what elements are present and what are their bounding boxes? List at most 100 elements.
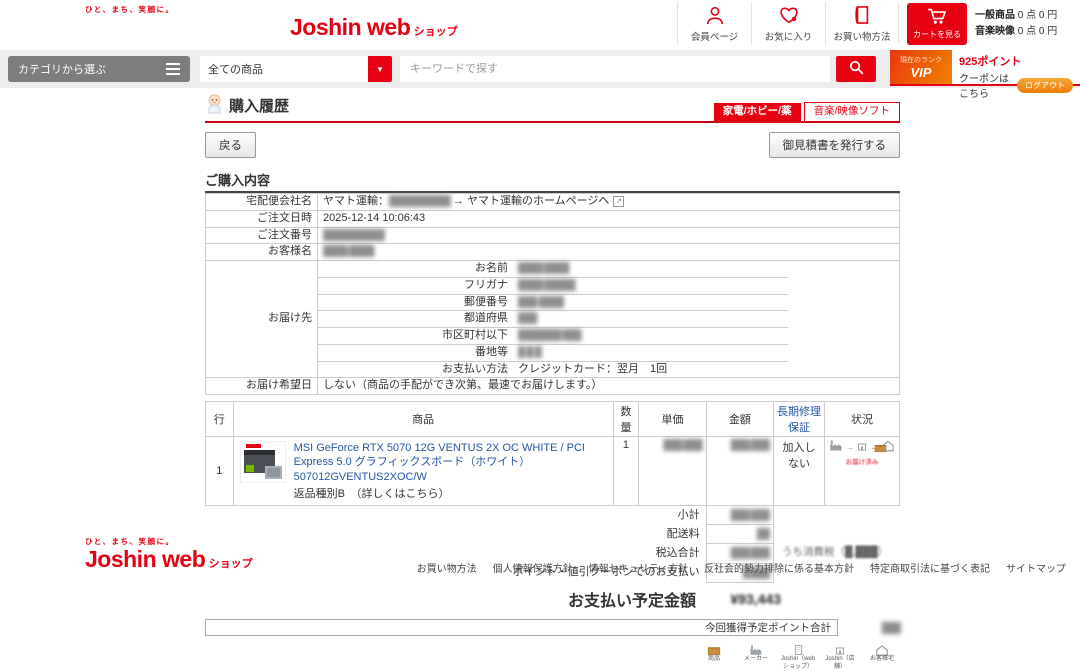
arrow-icon: → <box>846 443 854 452</box>
footer-link-privacy[interactable]: 個人情報保護方針 <box>493 560 573 575</box>
rank-value: VIP <box>911 65 932 80</box>
nav-label: お買い物方法 <box>826 29 898 43</box>
member-rank-panel: 現在のランク VIP 925ポイント クーポンはこちら ログアウト <box>890 50 1080 86</box>
search-bar: カテゴリから選ぶ 全ての商品 ▼ 現在のランク VIP 925ポイント クーポン… <box>0 50 1080 88</box>
nav-label: 会員ページ <box>678 29 751 43</box>
amount-value: ███,███ <box>706 437 773 506</box>
external-link-icon: ↗ <box>613 196 624 207</box>
category-menu-button[interactable]: カテゴリから選ぶ <box>8 56 190 82</box>
logo-text: Joshin web <box>290 14 410 40</box>
footer-link-sitemap[interactable]: サイトマップ <box>1006 560 1066 575</box>
quantity-value: 1 <box>613 437 639 506</box>
legend-item: Joshin（webショップ） <box>780 641 816 671</box>
table-row: お名前████ ████ <box>318 261 788 277</box>
category-select-value: 全ての商品 <box>200 61 368 77</box>
footer-links: お買い物方法 個人情報保護方針 情報セキュリティ方針 反社会的勢力排除に係る基本… <box>417 560 1066 575</box>
table-row: ご注文番号 ██████████ <box>206 227 900 244</box>
warranty-value: 加入しない <box>773 437 824 506</box>
carrier-homepage-link[interactable]: → ヤマト運輸のホームページへ <box>453 195 610 207</box>
return-type-note[interactable]: 返品種別B （詳しくはこちら） <box>294 485 607 501</box>
points-summary-label: 今回獲得予定ポイント合計 <box>205 619 838 636</box>
book-icon <box>853 14 871 28</box>
legend-item: 商品 <box>696 641 732 664</box>
col-unit-price: 単価 <box>639 402 706 437</box>
table-row: フリガナ████ █████ <box>318 277 788 294</box>
tab-music-video[interactable]: 音楽/映像ソフト <box>804 102 900 121</box>
subtotal-value: ███,███ <box>706 505 773 524</box>
col-warranty-link[interactable]: 長期修理保証 <box>773 402 824 437</box>
status-legend: 商品 メーカー Joshin（webショップ） Joshin（店舗） お客様宅 <box>205 641 900 671</box>
site-header: ひと、まち、笑顔に。 Joshin web ショップ 会員ページ お気に入り お… <box>0 0 1080 50</box>
status-text: お届け済み <box>829 456 895 466</box>
grand-total-value: ¥93,443 <box>706 591 781 607</box>
order-date-value: 2025-12-14 10:06:43 <box>318 210 900 227</box>
nav-favorites[interactable]: お気に入り <box>751 2 825 45</box>
col-qty: 数量 <box>613 402 639 437</box>
cart-icon <box>927 8 947 28</box>
footer-link-shopping[interactable]: お買い物方法 <box>417 560 477 575</box>
chevron-down-icon: ▼ <box>368 56 392 82</box>
cart-summary-media: 音楽映像 0 点 0 円 <box>975 24 1070 40</box>
logo-tagline: ひと、まち、笑顔に。 <box>85 6 458 14</box>
tab-appliance-hobby[interactable]: 家電/ホビー/薬 <box>714 103 801 121</box>
logo-suffix: ショップ <box>414 26 458 38</box>
nav-shopping-guide[interactable]: お買い物方法 <box>825 2 899 45</box>
delivery-date-label: お届け希望日 <box>206 378 318 395</box>
document-icon <box>780 641 816 656</box>
history-tabs: 家電/ホビー/薬 音楽/映像ソフト <box>714 102 900 121</box>
search-input[interactable] <box>400 56 830 82</box>
table-row: お届け先 お名前████ ████ フリガナ████ █████ 郵便番号███… <box>206 261 900 378</box>
legend-item: Joshin（店舗） <box>822 641 858 671</box>
customer-name-value: ████ ████ <box>318 244 900 261</box>
search-button[interactable] <box>836 56 876 82</box>
footer-logo[interactable]: ひと、まち、笑顔に。 Joshin web ショップ <box>85 538 253 571</box>
ship-to-table: お名前████ ████ フリガナ████ █████ 郵便番号███-████… <box>318 261 788 377</box>
unit-price-value: ███,███ <box>639 437 706 506</box>
category-select[interactable]: 全ての商品 ▼ <box>200 56 392 82</box>
logout-button[interactable]: ログアウト <box>1017 78 1073 93</box>
product-cell: MSI GeForce RTX 5070 12G VENTUS 2X OC WH… <box>238 439 609 503</box>
product-model-link[interactable]: 507012GVENTUS2XOC/W <box>294 470 607 484</box>
legend-item: メーカー <box>738 641 774 664</box>
delivery-date-value: しない（商品の手配ができ次第、最速でお届けします。） <box>318 378 900 395</box>
carrier-value: ヤマト運輸：██████████ → ヤマト運輸のホームページへ↗ <box>318 194 900 211</box>
points-balance: 925ポイント <box>959 53 1073 69</box>
product-name-link[interactable]: MSI GeForce RTX 5070 12G VENTUS 2X OC WH… <box>294 441 607 470</box>
coupon-link[interactable]: クーポンはこちら <box>959 70 1011 100</box>
nav-member-page[interactable]: 会員ページ <box>677 2 751 45</box>
factory-icon <box>738 641 774 656</box>
back-button[interactable]: 戻る <box>205 132 256 158</box>
view-cart-button[interactable]: カートを見る <box>907 3 967 45</box>
line-number: 1 <box>206 437 234 506</box>
table-row: 都道府県███ <box>318 311 788 328</box>
person-icon <box>704 14 726 28</box>
footer-link-antisocial[interactable]: 反社会的勢力排除に係る基本方針 <box>704 560 854 575</box>
nav-label: お気に入り <box>752 29 825 43</box>
header-nav: 会員ページ お気に入り お買い物方法 カートを見る 一般商品 0 点 0 円 音… <box>677 2 1080 45</box>
footer-link-security[interactable]: 情報セキュリティ方針 <box>589 560 688 575</box>
issue-quote-button[interactable]: 御見積書を発行する <box>769 132 901 158</box>
action-button-row: 戻る 御見積書を発行する <box>205 132 900 158</box>
order-date-label: ご注文日時 <box>206 210 318 227</box>
table-row: 市区町村以下███████ ███ <box>318 328 788 345</box>
col-product: 商品 <box>233 402 613 437</box>
footer-link-tokushoho[interactable]: 特定商取引法に基づく表記 <box>870 560 990 575</box>
table-row: 宅配便会社名 ヤマト運輸：██████████ → ヤマト運輸のホームページへ↗ <box>206 194 900 211</box>
table-row: お客様名 ████ ████ <box>206 244 900 261</box>
house-icon <box>864 641 900 656</box>
table-row: 郵便番号███-████ <box>318 294 788 311</box>
package-icon <box>874 443 887 456</box>
table-row: お届け希望日 しない（商品の手配ができ次第、最速でお届けします。） <box>206 378 900 395</box>
status-cell: → → お届け済み <box>824 437 899 506</box>
section-title: ご購入内容 <box>205 170 900 193</box>
product-row: 1 MSI GeForce RTX 5070 12G VENTUS 2X OC … <box>206 437 900 506</box>
order-info-table: 宅配便会社名 ヤマト運輸：██████████ → ヤマト運輸のホームページへ↗… <box>205 193 900 395</box>
carrier-label: 宅配便会社名 <box>206 194 318 211</box>
factory-icon <box>829 439 844 455</box>
product-image[interactable] <box>240 441 286 501</box>
col-line: 行 <box>206 402 234 437</box>
site-logo[interactable]: ひと、まち、笑顔に。 Joshin web ショップ <box>85 6 458 39</box>
order-number-label: ご注文番号 <box>206 227 318 244</box>
points-summary-row: 今回獲得予定ポイント合計 ███ <box>205 619 900 636</box>
house-icon <box>881 439 895 455</box>
